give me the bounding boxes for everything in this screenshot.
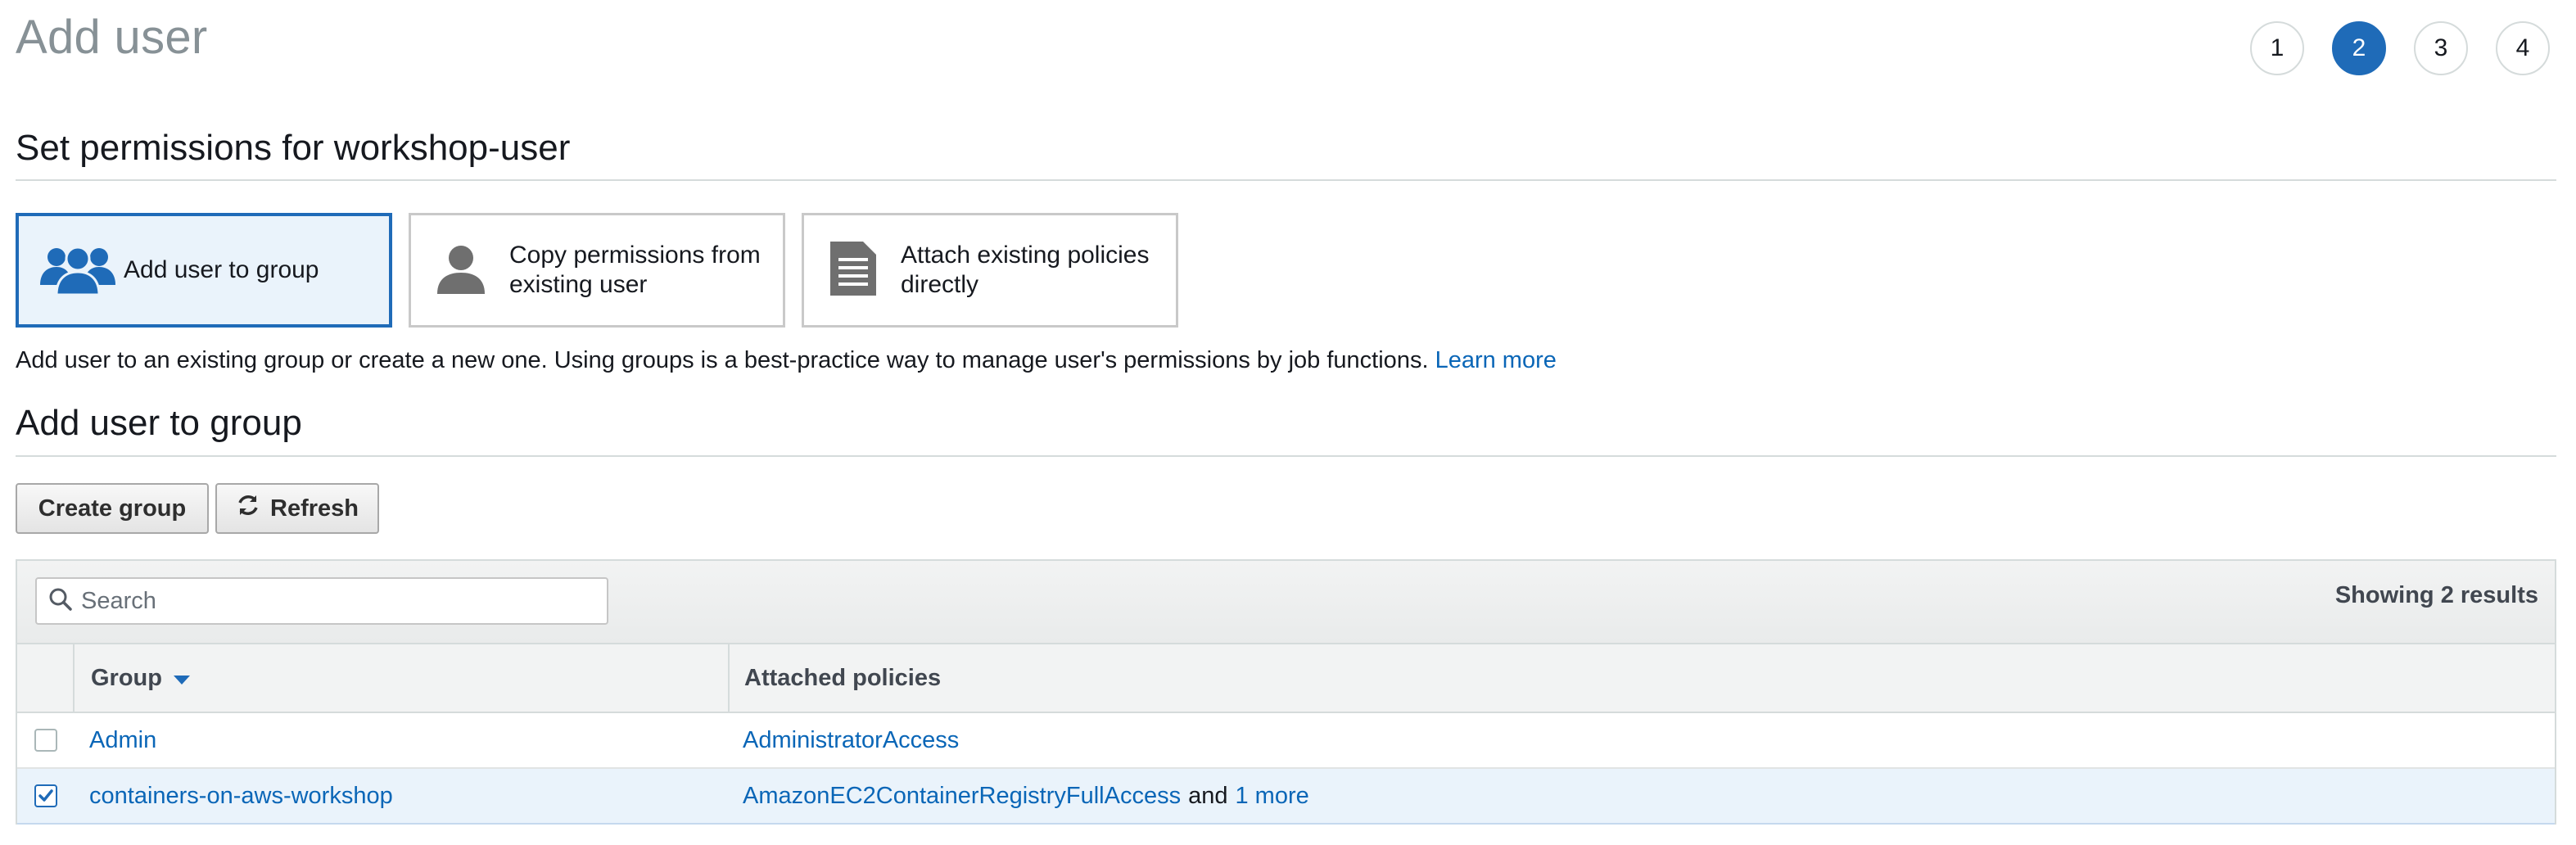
select-column-header bbox=[17, 644, 75, 712]
refresh-label: Refresh bbox=[270, 495, 359, 522]
step-1[interactable]: 1 bbox=[2250, 21, 2304, 75]
option-attach-policies[interactable]: Attach existing policies directly bbox=[802, 213, 1178, 328]
row-checkbox[interactable] bbox=[34, 729, 57, 752]
refresh-button[interactable]: Refresh bbox=[215, 483, 379, 534]
option-label: Copy permissions from existing user bbox=[509, 242, 761, 298]
group-link[interactable]: containers-on-aws-workshop bbox=[89, 783, 393, 810]
document-icon bbox=[827, 240, 879, 301]
search-icon bbox=[48, 587, 73, 616]
group-column-header[interactable]: Group bbox=[75, 644, 730, 712]
search-input[interactable] bbox=[79, 586, 574, 616]
refresh-icon bbox=[236, 493, 260, 524]
results-count: Showing 2 results bbox=[2334, 582, 2538, 608]
add-user-page: Add user 1 2 3 4 Set permissions for wor… bbox=[0, 0, 2576, 845]
row-select-cell bbox=[17, 713, 75, 767]
policy-connector-text: and bbox=[1188, 782, 1228, 809]
option-label: Attach existing policies directly bbox=[901, 242, 1150, 298]
policies-cell: AmazonEC2ContainerRegistryFullAccess and… bbox=[730, 769, 2555, 823]
table-row[interactable]: containers-on-aws-workshop AmazonEC2Cont… bbox=[17, 769, 2555, 825]
step-4[interactable]: 4 bbox=[2496, 21, 2550, 75]
table-row[interactable]: Admin AdministratorAccess bbox=[17, 713, 2555, 769]
set-permissions-heading: Set permissions for workshop-user bbox=[16, 128, 571, 168]
sort-descending-icon[interactable] bbox=[174, 675, 190, 685]
create-group-label: Create group bbox=[38, 495, 187, 522]
users-group-icon bbox=[38, 239, 117, 302]
policy-link[interactable]: AmazonEC2ContainerRegistryFullAccess bbox=[743, 783, 1181, 810]
divider bbox=[16, 455, 2556, 457]
row-checkbox-checked[interactable] bbox=[34, 784, 57, 807]
option-copy-permissions[interactable]: Copy permissions from existing user bbox=[409, 213, 785, 328]
table-header: Group Attached policies bbox=[17, 644, 2555, 713]
row-select-cell bbox=[17, 769, 75, 823]
step-2-active[interactable]: 2 bbox=[2332, 21, 2386, 75]
permissions-description: Add user to an existing group or create … bbox=[16, 347, 1557, 374]
group-cell: Admin bbox=[75, 713, 730, 767]
step-3[interactable]: 3 bbox=[2414, 21, 2468, 75]
policies-column-label: Attached policies bbox=[744, 664, 942, 691]
group-column-label: Group bbox=[91, 664, 162, 691]
divider bbox=[16, 179, 2556, 181]
policies-column-header: Attached policies bbox=[730, 644, 2555, 712]
policies-cell: AdministratorAccess bbox=[730, 713, 2555, 767]
page-title: Add user bbox=[16, 11, 208, 64]
learn-more-link[interactable]: Learn more bbox=[1435, 347, 1557, 373]
wizard-steps: 1 2 3 4 bbox=[2250, 21, 2550, 75]
checkmark-icon bbox=[38, 789, 53, 802]
table-toolbar: Showing 2 results bbox=[17, 561, 2555, 644]
create-group-button[interactable]: Create group bbox=[16, 483, 209, 534]
description-text: Add user to an existing group or create … bbox=[16, 347, 1429, 373]
option-add-user-to-group[interactable]: Add user to group bbox=[16, 213, 392, 328]
user-icon bbox=[434, 242, 488, 300]
group-link[interactable]: Admin bbox=[89, 727, 156, 754]
search-box[interactable] bbox=[35, 577, 608, 625]
groups-table: Showing 2 results Group Attached policie… bbox=[16, 559, 2556, 825]
add-user-to-group-heading: Add user to group bbox=[16, 403, 302, 443]
policy-link[interactable]: AdministratorAccess bbox=[743, 727, 959, 754]
more-policies-link[interactable]: 1 more bbox=[1236, 783, 1309, 810]
permission-options: Add user to group Copy permissions from … bbox=[16, 213, 1178, 328]
option-label: Add user to group bbox=[124, 256, 319, 283]
group-cell: containers-on-aws-workshop bbox=[75, 769, 730, 823]
